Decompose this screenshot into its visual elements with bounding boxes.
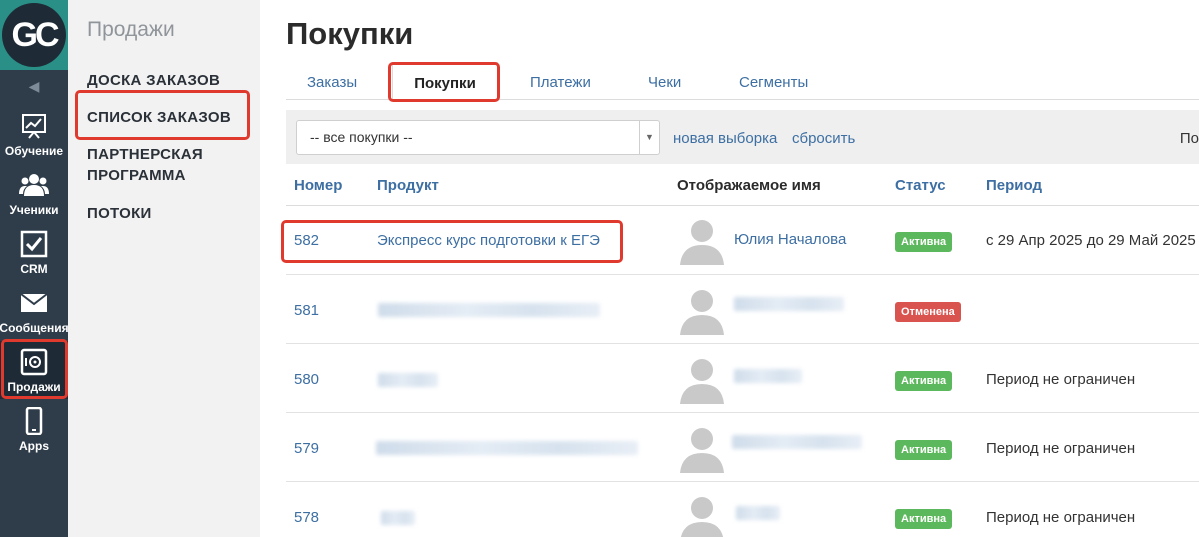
- nav-item-students[interactable]: Ученики: [0, 164, 68, 222]
- redacted-name: [734, 297, 844, 311]
- logo-badge: GC: [2, 3, 66, 67]
- avatar-placeholder-icon: [680, 220, 724, 265]
- period-text: Период не ограничен: [986, 509, 1136, 526]
- period-text: с 29 Апр 2025 до 29 Май 2025: [986, 232, 1196, 249]
- reset-link[interactable]: сбросить: [792, 130, 855, 147]
- new-selection-link[interactable]: новая выборка: [673, 130, 777, 147]
- logo-text: GC: [11, 15, 60, 54]
- collapse-icon[interactable]: ◀: [0, 72, 68, 100]
- col-header-period[interactable]: Период: [986, 177, 1042, 194]
- nav-item-learning[interactable]: Обучение: [0, 105, 68, 163]
- col-header-number[interactable]: Номер: [294, 177, 342, 194]
- redacted-name: [734, 369, 802, 383]
- table-row[interactable]: 579 Активна Период не ограничен: [286, 413, 1199, 482]
- tab-purchases[interactable]: Покупки: [392, 62, 498, 100]
- tab-segments[interactable]: Сегменты: [739, 62, 808, 100]
- nav-item-messages[interactable]: Сообщения: [0, 282, 69, 340]
- nav-label: CRM: [20, 262, 48, 276]
- period-text: Период не ограничен: [986, 371, 1136, 388]
- nav-item-crm[interactable]: CRM: [0, 223, 68, 281]
- submenu-item-streams[interactable]: ПОТОКИ: [87, 203, 257, 224]
- nav-item-apps[interactable]: Apps: [0, 400, 68, 458]
- submenu-item-orders-list[interactable]: СПИСОК ЗАКАЗОВ: [87, 107, 257, 128]
- nav-label: Обучение: [4, 144, 64, 158]
- sales-submenu: Продажи ДОСКА ЗАКАЗОВ СПИСОК ЗАКАЗОВ ПАР…: [68, 0, 260, 537]
- avatar-placeholder-icon: [680, 290, 724, 335]
- redacted-product: [381, 511, 415, 525]
- table-row[interactable]: 581 Отменена: [286, 275, 1199, 344]
- order-number[interactable]: 579: [294, 440, 319, 457]
- filter-bar: -- все покупки -- ▼ новая выборка сброси…: [286, 110, 1199, 164]
- page-title: Покупки: [286, 16, 414, 51]
- table-row[interactable]: 578 Активна Период не ограничен: [286, 482, 1199, 537]
- avatar-placeholder-icon: [680, 497, 724, 537]
- logo[interactable]: GC: [0, 0, 68, 70]
- envelope-icon: [19, 288, 49, 318]
- user-display-name[interactable]: Юлия Началова: [734, 231, 846, 248]
- checkbox-icon: [19, 229, 49, 259]
- tab-orders[interactable]: Заказы: [307, 62, 357, 100]
- redacted-product: [378, 303, 600, 317]
- redacted-product: [378, 373, 438, 387]
- nav-label: Сообщения: [0, 321, 69, 335]
- select-value: -- все покупки --: [310, 129, 413, 145]
- table-row[interactable]: 582 Экспресс курс подготовки к ЕГЭ Юлия …: [286, 206, 1199, 275]
- redacted-product: [376, 441, 638, 455]
- phone-icon: [19, 406, 49, 436]
- period-text: Период не ограничен: [986, 440, 1136, 457]
- order-number[interactable]: 581: [294, 302, 319, 319]
- left-nav: GC ◀ Обучение Ученики CRM Сообщения Прод…: [0, 0, 69, 537]
- status-badge: Отменена: [895, 302, 961, 322]
- nav-item-sales[interactable]: Продажи: [0, 341, 68, 399]
- product-link[interactable]: Экспресс курс подготовки к ЕГЭ: [377, 232, 600, 249]
- status-badge: Активна: [895, 232, 953, 252]
- order-number[interactable]: 578: [294, 509, 319, 526]
- avatar-placeholder-icon: [680, 428, 724, 473]
- purchase-filter-select[interactable]: -- все покупки -- ▼: [296, 120, 660, 155]
- avatar-placeholder-icon: [680, 359, 724, 404]
- users-icon: [19, 170, 49, 200]
- chevron-down-icon[interactable]: ▼: [639, 121, 659, 154]
- col-header-display-name: Отображаемое имя: [677, 177, 821, 194]
- order-number[interactable]: 582: [294, 232, 319, 249]
- submenu-title: Продажи: [87, 18, 175, 41]
- nav-label: Продажи: [7, 380, 61, 394]
- chart-board-icon: [19, 111, 49, 141]
- redacted-name: [736, 506, 780, 520]
- col-header-status[interactable]: Статус: [895, 177, 946, 194]
- tab-bar: Заказы Покупки Платежи Чеки Сегменты: [286, 62, 1199, 100]
- main-content: Покупки Заказы Покупки Платежи Чеки Сегм…: [260, 0, 1199, 537]
- submenu-item-orders-board[interactable]: ДОСКА ЗАКАЗОВ: [87, 70, 257, 91]
- col-header-product[interactable]: Продукт: [377, 177, 439, 194]
- safe-icon: [19, 347, 49, 377]
- nav-label: Ученики: [9, 203, 59, 217]
- order-number[interactable]: 580: [294, 371, 319, 388]
- tab-receipts[interactable]: Чеки: [648, 62, 681, 100]
- redacted-name: [732, 435, 862, 449]
- table-row[interactable]: 580 Активна Период не ограничен: [286, 344, 1199, 413]
- status-badge: Активна: [895, 509, 953, 529]
- status-badge: Активна: [895, 440, 953, 460]
- nav-label: Apps: [19, 439, 49, 453]
- status-badge: Активна: [895, 371, 953, 391]
- submenu-item-partner-program[interactable]: ПАРТНЕРСКАЯ ПРОГРАММА: [87, 144, 237, 186]
- tab-payments[interactable]: Платежи: [530, 62, 591, 100]
- filter-cutoff-text: По: [1179, 130, 1199, 147]
